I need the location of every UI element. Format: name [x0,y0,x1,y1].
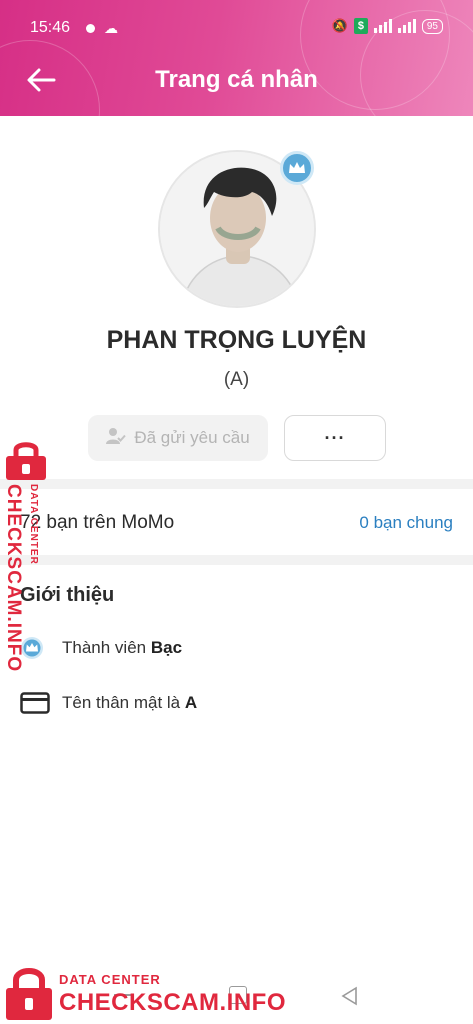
page-title: Trang cá nhân [155,66,318,93]
crown-badge-icon [280,151,314,185]
section-divider [0,479,473,489]
watermark-bottom: DATA CENTER CHECKSCAM.INFO [2,964,302,1022]
battery-icon: 95 [421,18,443,34]
mute-icon: 🔕 [331,18,348,33]
watermark-bottom-big: CHECKSCAM.INFO [59,989,286,1016]
profile-name: PHAN TRỌNG LUYỆN [106,326,367,354]
signal-icon [373,19,392,33]
nickname-value: A [184,693,198,712]
status-time: 15:46 [30,19,71,36]
status-bar: 15:46 ☁ 🔕 $ 95 [0,0,473,52]
friends-row: 72 bạn trên MoMo 0 bạn chung [0,489,473,555]
lock-icon [6,442,46,480]
signal-icon-2 [397,19,416,33]
cloud-icon: ☁ [104,20,118,36]
back-triangle-icon[interactable] [340,986,358,1011]
money-icon: $ [353,18,368,34]
request-sent-button[interactable]: Đã gửi yêu cầu [88,415,268,461]
profile-nickname: (A) [223,369,250,390]
watermark-side: CHECKSCAM.INFO DATA CENTER [2,436,50,672]
user-check-icon [106,427,127,450]
app-header: 15:46 ☁ 🔕 $ 95 Trang cá nhân [0,0,473,116]
section-divider [0,555,473,565]
avatar-container[interactable] [158,150,316,308]
card-icon [20,691,52,715]
watermark-bottom-small: DATA CENTER [59,972,161,987]
status-icons: 🔕 $ 95 [332,18,443,34]
notification-dot-icon [86,24,95,33]
member-tier-value: Bạc [150,638,183,657]
nickname-row: Tên thân mật là A [20,691,197,715]
nickname-text: Tên thân mật là A [62,693,198,712]
member-tier-text: Thành viên Bạc [62,638,183,657]
mutual-friends-link[interactable]: 0 bạn chung [359,513,453,533]
lock-icon [6,968,52,1020]
watermark-side-big: CHECKSCAM.INFO [3,484,24,673]
watermark-side-small: DATA CENTER [28,484,39,565]
more-options-button[interactable]: ··· [284,415,386,461]
request-sent-label: Đã gửi yêu cầu [134,428,250,447]
